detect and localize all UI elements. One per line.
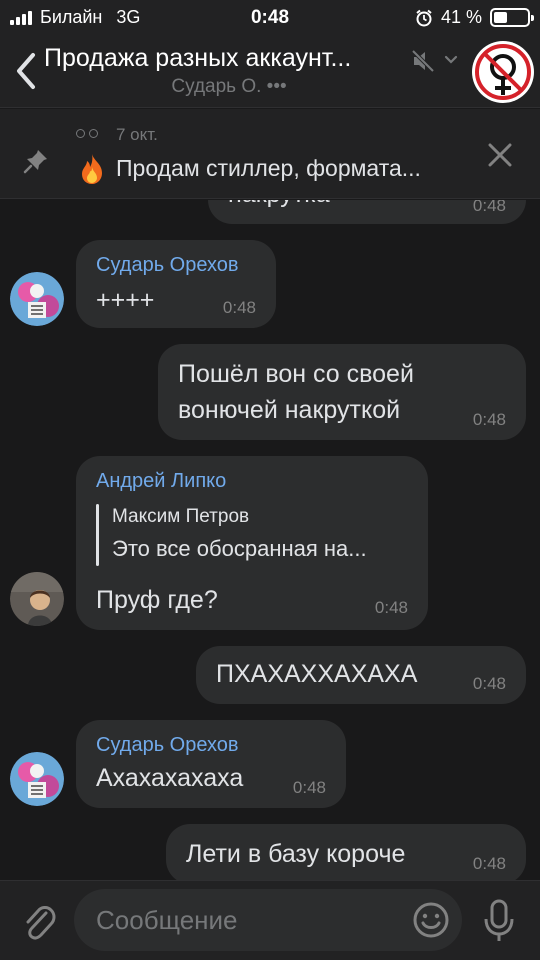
pin-icon: [23, 150, 47, 174]
chat-header: Продажа разных аккаунт... Сударь О. •••: [0, 36, 540, 108]
message-input[interactable]: Сообщение: [74, 889, 462, 951]
message-author[interactable]: Сударь Орехов: [96, 254, 239, 277]
venus-crossed-icon: [474, 43, 532, 101]
message-text: ++++: [96, 286, 155, 314]
avatar-sudar-orekhov[interactable]: [10, 272, 64, 326]
message-author[interactable]: Андрей Липко: [96, 470, 226, 493]
paperclip-icon[interactable]: [20, 901, 56, 941]
message-text: ПХАХАХХАХАХА: [216, 660, 418, 688]
battery-percent: 41 %: [440, 7, 482, 27]
message-list[interactable]: накрутка 0:48 Сударь Орехов ++++ 0:48 По…: [0, 200, 540, 880]
reply-author[interactable]: Максим Петров: [112, 506, 249, 528]
message-time: 0:48: [472, 854, 506, 873]
message-text: Пруф где?: [96, 586, 218, 614]
close-icon[interactable]: [486, 141, 514, 169]
chevron-left-icon: [17, 53, 35, 89]
pinned-message[interactable]: 7 окт. Продам стиллер, формата...: [0, 109, 540, 199]
message-text: Ахахахахаха: [96, 764, 244, 792]
avatar-sudar-orekhov[interactable]: [10, 752, 64, 806]
reply-text[interactable]: Это все обосранная на...: [112, 536, 367, 562]
back-button[interactable]: [10, 48, 42, 94]
emoji-icon[interactable]: [412, 901, 450, 939]
chat-title[interactable]: Продажа разных аккаунт...: [44, 44, 404, 73]
avatar-andrey-lipko[interactable]: [10, 572, 64, 626]
message-time: 0:48: [374, 598, 408, 617]
message-time: 0:48: [472, 200, 506, 215]
chat-subtitle: Сударь О. •••: [171, 76, 287, 97]
chevron-down-icon[interactable]: [443, 52, 459, 68]
message-bubble-incoming[interactable]: Сударь Орехов ++++ 0:48: [76, 240, 276, 328]
message-bubble-outgoing[interactable]: ПХАХАХХАХАХА 0:48: [196, 646, 526, 704]
pinned-text: Продам стиллер, формата...: [116, 155, 421, 181]
status-right: 41 %: [415, 7, 534, 28]
message-time: 0:48: [472, 674, 506, 693]
avatar-image: [10, 752, 64, 806]
message-text-line: вонючей накруткой: [178, 396, 401, 424]
microphone-icon[interactable]: [482, 899, 516, 943]
battery-icon: [490, 8, 534, 27]
message-bubble-outgoing[interactable]: накрутка 0:48: [208, 200, 526, 224]
alarm-icon: [416, 9, 432, 26]
message-bubble-incoming[interactable]: Андрей Липко Максим Петров Это все обоср…: [76, 456, 428, 630]
message-time: 0:48: [472, 410, 506, 429]
message-bubble-outgoing[interactable]: Лети в базу короче 0:48: [166, 824, 526, 880]
pinned-date: 7 окт.: [116, 125, 158, 144]
message-text-line: Пошёл вон со своей: [178, 360, 414, 388]
chat-avatar[interactable]: [472, 41, 534, 103]
muted-icon: [411, 49, 435, 73]
message-time: 0:48: [292, 778, 326, 797]
message-text: накрутка: [228, 200, 330, 210]
status-bar: Билайн 3G 0:48 41 %: [0, 0, 540, 36]
message-bubble-outgoing[interactable]: Пошёл вон со своей вонючей накруткой 0:4…: [158, 344, 526, 440]
reply-bar: [96, 504, 99, 566]
fire-icon: [82, 154, 102, 184]
typing-dots-icon: [76, 129, 98, 138]
message-input-placeholder: Сообщение: [96, 905, 238, 935]
message-author[interactable]: Сударь Орехов: [96, 734, 239, 757]
message-time: 0:48: [222, 298, 256, 317]
message-bubble-incoming[interactable]: Сударь Орехов Ахахахахаха 0:48: [76, 720, 346, 808]
avatar-image: [10, 272, 64, 326]
composer-bar: Сообщение: [0, 880, 540, 960]
message-text: Лети в базу короче: [186, 840, 406, 868]
avatar-image: [10, 572, 64, 626]
